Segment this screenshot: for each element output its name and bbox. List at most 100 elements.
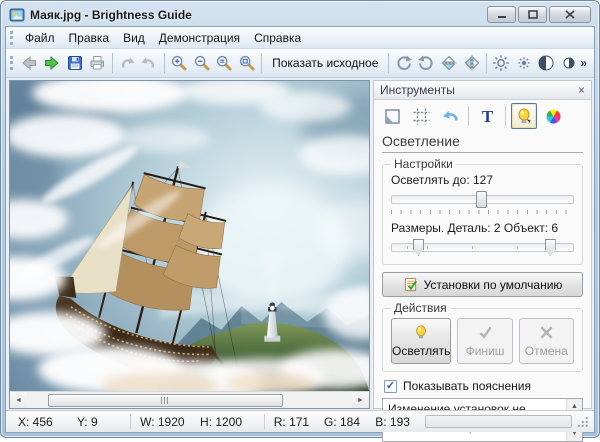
undo-arrow-icon (441, 107, 460, 126)
text-tool-button[interactable]: T (474, 103, 500, 129)
status-separator (130, 414, 131, 429)
flip-horizontal-button[interactable] (460, 51, 483, 75)
status-separator (264, 414, 265, 429)
lighten-slider-ticks (391, 210, 574, 214)
title-bar[interactable]: Маяк.jpg - Brightness Guide (1, 1, 599, 26)
crop-icon (412, 107, 431, 126)
menu-demo[interactable]: Демонстрация (152, 28, 247, 48)
lighten-tool-button[interactable] (511, 103, 537, 129)
forward-button[interactable] (41, 51, 64, 75)
scroll-right-arrow[interactable]: ► (352, 392, 369, 408)
status-bar: X: 456 Y: 9 W: 1920 H: 1200 R: 171 G: 18… (6, 410, 594, 432)
contrast-icon (537, 54, 555, 72)
zoom-out-button[interactable] (190, 51, 213, 75)
print-button[interactable] (86, 51, 109, 75)
close-button[interactable] (549, 6, 591, 23)
save-button[interactable] (63, 51, 86, 75)
lighten-slider[interactable] (391, 190, 574, 209)
redo-icon (140, 54, 158, 72)
crop-tool-button[interactable] (408, 103, 434, 129)
rotate-ccw-icon (417, 54, 435, 72)
cancel-x-icon (538, 324, 555, 341)
app-icon (9, 7, 25, 23)
sizes-range-slider[interactable] (391, 238, 574, 257)
lighten-action-bulb-icon (413, 324, 430, 341)
zoom-actual-button[interactable] (213, 51, 236, 75)
zoom-in-button[interactable] (168, 51, 191, 75)
window-title: Маяк.jpg - Brightness Guide (30, 8, 192, 22)
status-green: G: 184 (324, 415, 375, 429)
object-slider-thumb[interactable] (545, 239, 556, 256)
toolbar-grip[interactable] (10, 56, 13, 70)
brightness-button[interactable] (490, 51, 513, 75)
menu-file[interactable]: Файл (18, 28, 62, 48)
undo-tool-button[interactable] (437, 103, 463, 129)
image-canvas[interactable] (10, 81, 369, 391)
rotate-ccw-button[interactable] (415, 51, 438, 75)
undo-button[interactable] (115, 51, 138, 75)
show-hints-row[interactable]: ✓ Показывать пояснения (384, 379, 581, 393)
brightness-small-icon (515, 54, 533, 72)
tools-row: T (374, 100, 591, 132)
cancel-action-button[interactable]: Отмена (519, 318, 574, 364)
rotate-cw-button[interactable] (392, 51, 415, 75)
cancel-action-label: Отмена (525, 344, 568, 358)
scroll-left-arrow[interactable]: ◄ (10, 392, 27, 408)
lighthouse-ship-artwork (10, 81, 369, 391)
contrast-button[interactable] (535, 51, 558, 75)
menu-help[interactable]: Справка (247, 28, 308, 48)
zoom-out-icon (193, 54, 211, 72)
brightness-icon (492, 54, 510, 72)
lighten-to-label: Осветлять до: 127 (391, 173, 574, 187)
finish-action-button[interactable]: Финиш (457, 318, 512, 364)
scroll-thumb-grip (161, 397, 170, 404)
redo-button[interactable] (138, 51, 161, 75)
app-window: Маяк.jpg - Brightness Guide Файл Правка … (0, 0, 600, 438)
panel-close-icon[interactable]: × (578, 84, 585, 96)
defaults-button[interactable]: Установки по умолчанию (382, 272, 583, 297)
toolbar-overflow-button[interactable]: » (580, 56, 589, 70)
tools-panel-title: Инструменты (380, 83, 455, 97)
back-button[interactable] (18, 51, 41, 75)
status-width: W: 1920 (140, 415, 200, 429)
horizontal-scroll-thumb[interactable] (48, 394, 283, 407)
toolbar-separator (486, 53, 487, 73)
zoom-actual-icon (215, 54, 233, 72)
minimize-button[interactable] (487, 6, 516, 23)
tools-panel-header[interactable]: Инструменты × (374, 81, 591, 100)
show-original-button[interactable]: Показать исходное (265, 53, 385, 73)
show-hints-label: Показывать пояснения (403, 379, 531, 393)
horizontal-scrollbar[interactable]: ◄ ► (10, 391, 369, 408)
status-x: X: 456 (18, 415, 77, 429)
brightness-small-button[interactable] (512, 51, 535, 75)
svg-text:T: T (481, 107, 493, 126)
status-blue: B: 193 (375, 415, 425, 429)
toolbar: Показать исходное (6, 49, 594, 78)
resize-grip[interactable] (576, 415, 589, 428)
zoom-fit-button[interactable] (236, 51, 259, 75)
show-hints-checkbox[interactable]: ✓ (384, 380, 397, 393)
back-icon (20, 54, 38, 72)
resize-tool-button[interactable] (379, 103, 405, 129)
colors-tool-button[interactable] (540, 103, 566, 129)
menu-view[interactable]: Вид (116, 28, 152, 48)
status-y: Y: 9 (77, 415, 130, 429)
finish-check-icon (477, 324, 494, 341)
client-area: Файл Правка Вид Демонстрация Справка (5, 26, 595, 433)
undo-icon (118, 54, 136, 72)
sizes-label: Размеры. Деталь: 2 Объект: 6 (391, 221, 574, 235)
settings-group: Настройки Осветлять до: 127 Размеры. Дет… (382, 157, 583, 265)
menubar-grip[interactable] (10, 31, 13, 45)
flip-vertical-icon (440, 54, 458, 72)
menu-edit[interactable]: Правка (62, 28, 117, 48)
toolbar-separator (261, 53, 262, 73)
contrast-small-button[interactable] (558, 51, 581, 75)
toolbar-separator (388, 53, 389, 73)
flip-vertical-button[interactable] (438, 51, 461, 75)
minimize-icon (497, 10, 507, 19)
lighten-action-label: Осветлять (392, 344, 450, 358)
lighten-slider-thumb[interactable] (476, 191, 487, 208)
lighten-action-button[interactable]: Осветлять (391, 318, 451, 364)
maximize-button[interactable] (518, 6, 547, 23)
detail-slider-thumb[interactable] (413, 239, 424, 256)
